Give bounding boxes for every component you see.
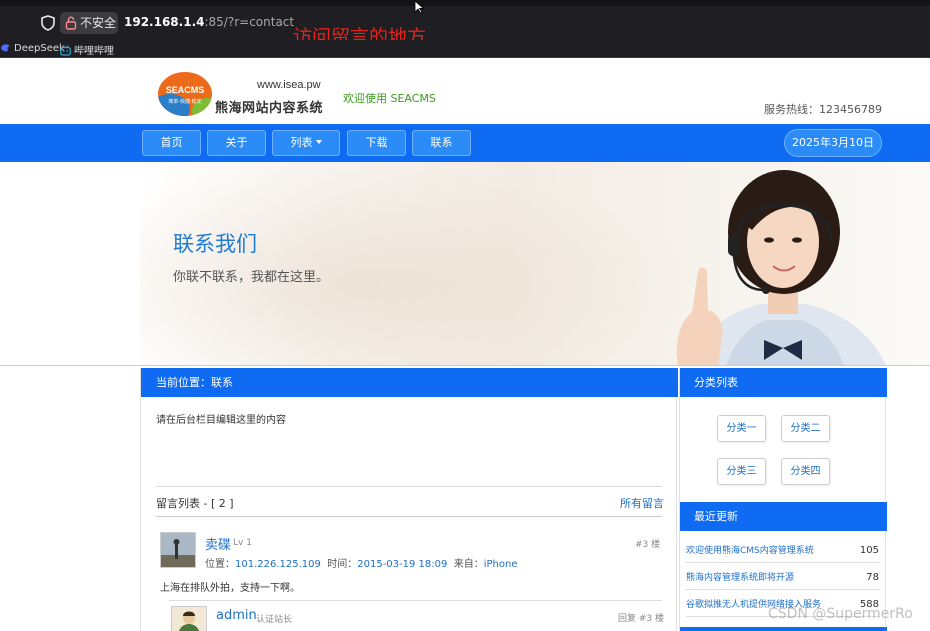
mouse-cursor-icon [414, 0, 425, 14]
bookmark-label: DeepSeek [14, 43, 65, 54]
nav-list-dropdown[interactable]: 列表 [272, 130, 340, 156]
category-4-button[interactable]: 分类四 [781, 458, 830, 485]
url-port: :85 [204, 15, 224, 29]
banner-title: 联系我们 [173, 232, 257, 256]
comment-text: 上海在排队外拍，支持一下啊。 [160, 583, 300, 594]
nav-label: 首页 [160, 136, 183, 149]
categories-title: 分类列表 [680, 368, 887, 397]
page-content: 请在后台栏目编辑这里的内容 [156, 415, 286, 426]
logo-tagline: 简单·快捷·稳定 [168, 99, 202, 105]
bookmark-deepseek[interactable]: DeepSeek [0, 42, 65, 54]
bookmark-label: 哔哩哔哩 [74, 46, 114, 57]
comment-level: 认证站长 [256, 615, 293, 625]
breadcrumb: 当前位置：联系 [141, 368, 678, 397]
comment-author[interactable]: 卖碟 [205, 534, 231, 553]
comment-level: Lv 1 [233, 538, 252, 548]
service-hotline: 服务热线：123456789 [764, 103, 882, 116]
avatar[interactable] [171, 606, 207, 631]
comment-floor: 回复 #3 楼 [618, 614, 664, 624]
caret-down-icon [315, 140, 322, 144]
main-content: 当前位置：联系 请在后台栏目编辑这里的内容 留言列表 - [ 2 ] 所有留言 … [140, 368, 678, 631]
meta-label: 时间： [327, 559, 358, 570]
nav-label: 列表 [290, 136, 313, 149]
nav-label: 关于 [225, 136, 248, 149]
nav-about[interactable]: 关于 [207, 130, 266, 156]
banner-background [140, 162, 700, 366]
bookmark-bilibili[interactable]: 哔哩哔哩 [60, 42, 114, 57]
update-title: 熊海内容管理系统即将开源 [686, 573, 795, 583]
insecure-label: 不安全 [80, 16, 117, 30]
recent-updates-title: 最近更新 [680, 502, 887, 531]
nav-contact[interactable]: 联系 [412, 130, 471, 156]
nav-label: 联系 [430, 136, 453, 149]
meta-label: 来自： [453, 559, 484, 570]
comments-title: 留言列表 - [ 2 ] [156, 497, 234, 510]
insecure-lock-icon [65, 16, 77, 30]
logo-brand-text: SEACMS [165, 85, 205, 95]
comment-source: iPhone [483, 559, 518, 570]
sidebar: 分类列表 分类一 分类二 分类三 分类四 最近更新 欢迎使用熊海CMS内容管理系… [679, 368, 887, 631]
banner-divider [0, 365, 930, 366]
deepseek-icon [1, 44, 10, 52]
shield-icon[interactable] [41, 15, 55, 31]
update-title: 欢迎使用熊海CMS内容管理系统 [686, 546, 814, 556]
section-divider [156, 486, 662, 487]
nav-home[interactable]: 首页 [142, 130, 201, 156]
main-nav: 首页 关于 列表 下载 联系 2025年3月10日 [0, 124, 930, 162]
bookmarks-bar: DeepSeek 哔哩哔哩 [0, 40, 930, 58]
address-input[interactable]: 192.168.1.4:85/?r=contact [124, 15, 294, 29]
update-item[interactable]: 欢迎使用熊海CMS内容管理系统 105 [686, 539, 879, 563]
site-security-button[interactable]: 不安全 [60, 12, 118, 34]
contact-banner: 联系我们 你联不联系，我都在这里。 [0, 162, 930, 366]
url-host: 192.168.1.4 [124, 15, 205, 29]
comment-time: 2015-03-19 18:09 [357, 559, 448, 570]
update-count: 78 [866, 572, 879, 583]
current-date-badge: 2025年3月10日 [784, 129, 882, 157]
section-divider [156, 516, 662, 517]
nav-download[interactable]: 下载 [347, 130, 406, 156]
watermark: CSDN @SupermerRo [768, 606, 913, 622]
admin-avatar-icon [179, 611, 199, 631]
banner-subtitle: 你联不联系，我都在这里。 [173, 270, 330, 285]
update-count: 105 [859, 545, 879, 556]
comment-meta: 位置：101.226.125.109 时间：2015-03-19 18:09 来… [205, 555, 518, 570]
avatar[interactable] [160, 532, 196, 568]
category-3-button[interactable]: 分类三 [717, 458, 766, 485]
site-logo[interactable]: SEACMS 简单·快捷·稳定 [158, 72, 212, 116]
category-1-button[interactable]: 分类一 [717, 415, 766, 442]
site-header: SEACMS 简单·快捷·稳定 www.isea.pw 熊海网站内容系统 欢迎使… [0, 58, 930, 124]
site-name: 熊海网站内容系统 [215, 101, 324, 116]
meta-label: 位置： [205, 559, 235, 570]
browser-url-bar: 不安全 192.168.1.4:85/?r=contact [0, 0, 930, 40]
user-photo-icon [161, 533, 195, 567]
comment-author[interactable]: admin [216, 608, 257, 623]
welcome-text: 欢迎使用 SEACMS [343, 92, 436, 105]
update-item[interactable]: 熊海内容管理系统即将开源 78 [686, 566, 879, 590]
browser-tab-strip [0, 0, 930, 6]
sidebar-next-section [680, 627, 887, 631]
nav-label: 下载 [365, 136, 388, 149]
category-2-button[interactable]: 分类二 [781, 415, 830, 442]
comment-divider [169, 600, 662, 601]
customer-service-portrait [676, 170, 886, 366]
url-path: /?r=contact [223, 15, 295, 29]
comment-ip[interactable]: 101.226.125.109 [235, 559, 321, 570]
site-domain: www.isea.pw [257, 79, 321, 91]
bilibili-icon [60, 45, 71, 56]
comment-floor: #3 楼 [635, 540, 661, 550]
all-comments-link[interactable]: 所有留言 [620, 495, 664, 511]
